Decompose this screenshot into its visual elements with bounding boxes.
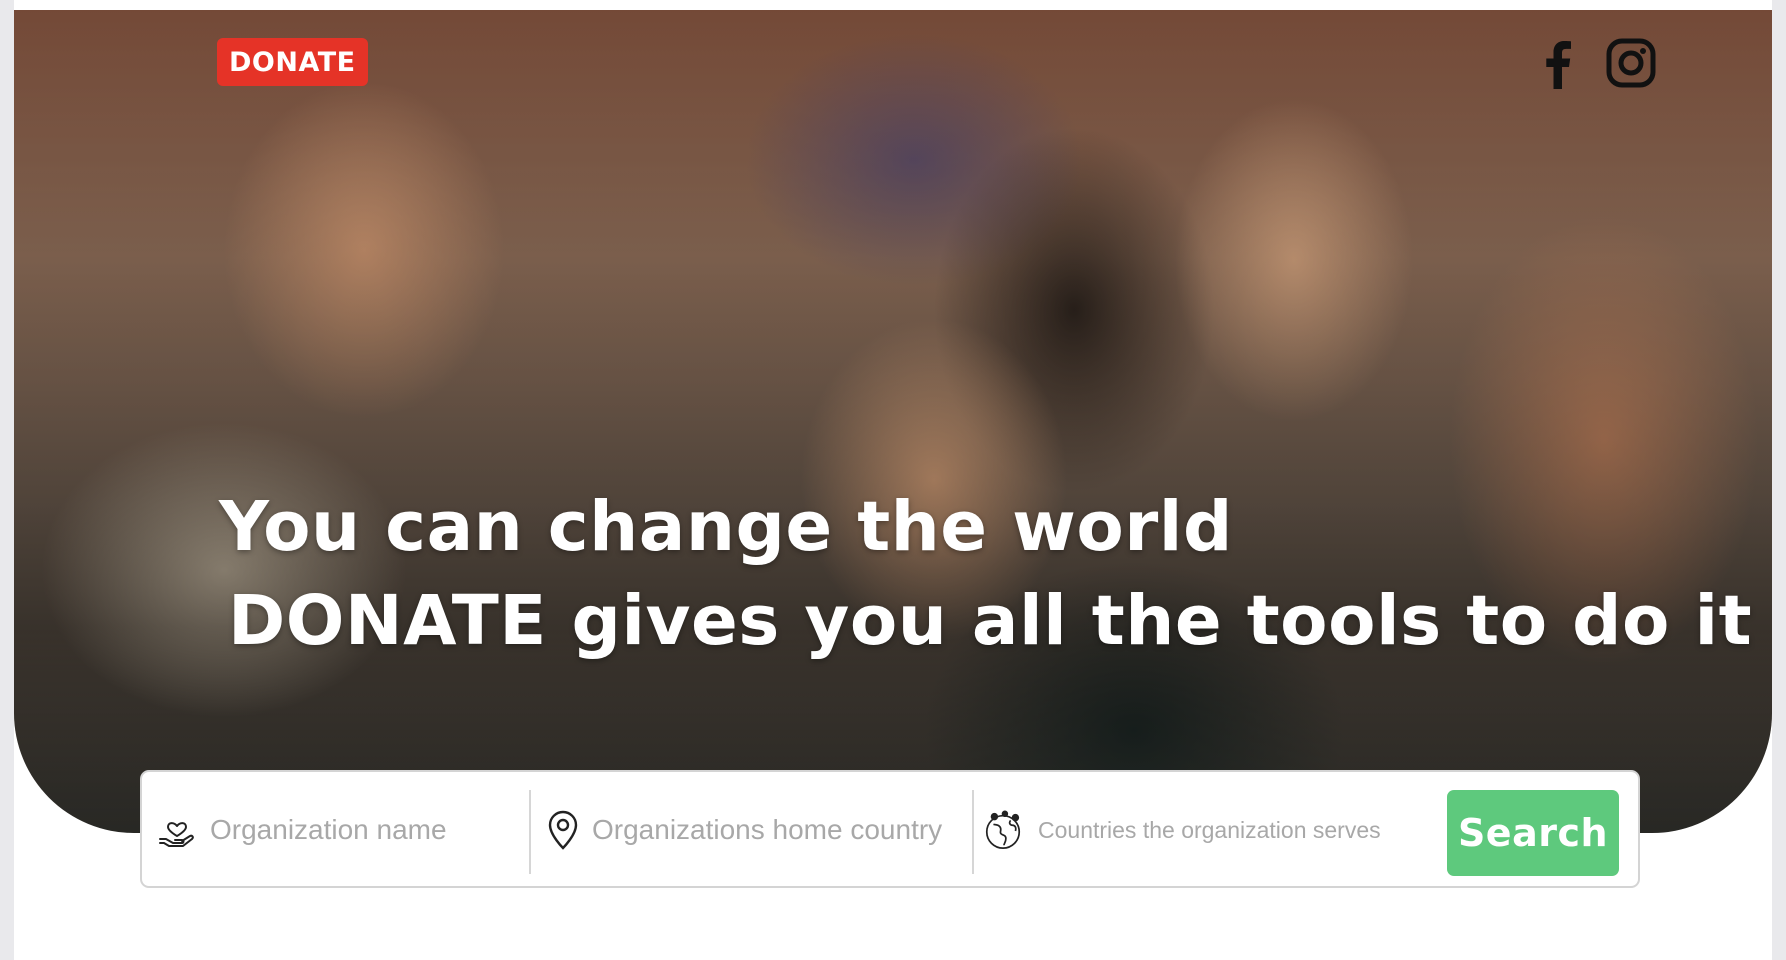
hero-headline: You can change the world DONATE gives yo… [219,480,1752,668]
headline-line-2: DONATE gives you all the tools to do it [228,581,1753,661]
hero-photo [14,10,1772,833]
search-button[interactable]: Search [1447,790,1619,876]
countries-served-input[interactable] [1036,815,1420,845]
field-divider [972,790,974,874]
home-country-field [542,772,982,888]
countries-served-field [982,772,1422,888]
organization-name-field [156,772,526,888]
field-divider [529,790,531,874]
organization-name-input[interactable] [208,813,512,847]
hand-heart-icon [156,809,198,851]
map-pin-icon [542,809,584,851]
facebook-icon[interactable] [1538,36,1578,92]
headline-line-1: You can change the world [219,487,1233,567]
home-country-input[interactable] [590,813,974,847]
search-bar: Search [140,770,1640,888]
globe-icon [982,809,1024,851]
hero-banner: DONATE You can change the world DONATE g… [14,10,1772,833]
donate-logo[interactable]: DONATE [217,38,368,86]
instagram-icon[interactable] [1605,36,1657,90]
